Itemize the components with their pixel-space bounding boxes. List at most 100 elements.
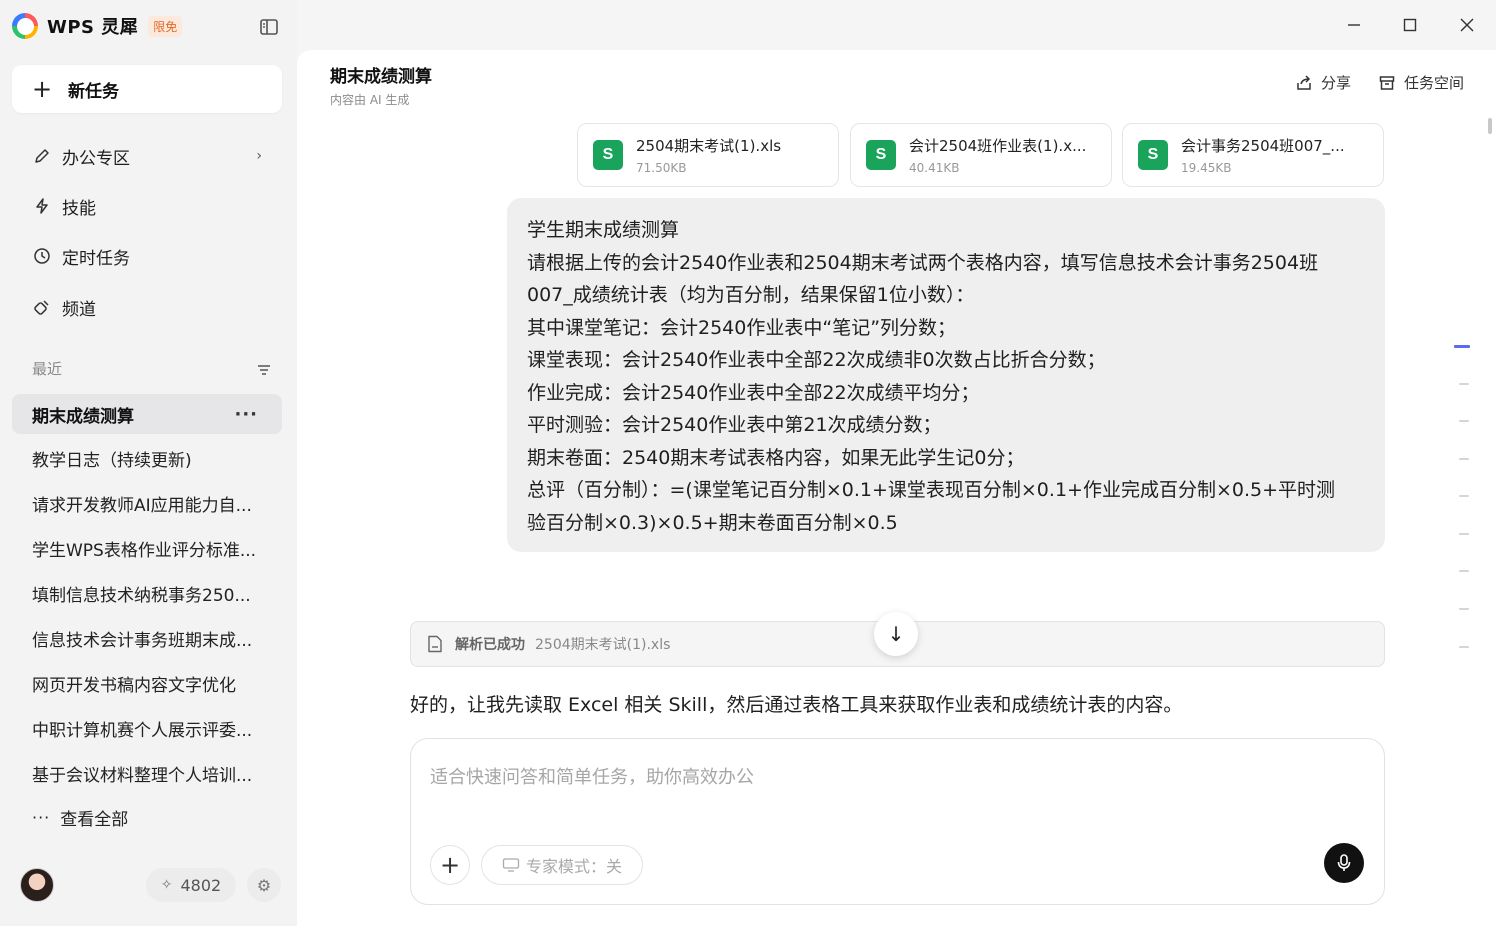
attachment-card[interactable]: S 2504期末考试(1).xls 71.50KB: [577, 123, 839, 187]
scrollbar-thumb[interactable]: [1488, 118, 1492, 134]
app-name: WPS 灵犀: [47, 17, 139, 38]
spreadsheet-icon: S: [593, 140, 623, 170]
message-nav-marker[interactable]: [1459, 533, 1469, 535]
ai-generated-note: 内容由 AI 生成: [330, 93, 410, 107]
sidebar-item-label: 办公专区: [62, 148, 130, 169]
sidebar-item-label: 定时任务: [62, 248, 130, 269]
message-composer: 适合快速问答和简单任务，助你高效办公 + 专家模式：关: [410, 738, 1385, 905]
message-nav-marker[interactable]: [1454, 345, 1470, 348]
message-nav-marker[interactable]: [1459, 420, 1469, 422]
message-line: 学生期末成绩测算: [527, 219, 680, 241]
recent-item[interactable]: 信息技术会计事务班期末成...: [12, 618, 282, 658]
archive-icon: [1379, 75, 1395, 90]
parsed-file-name: 2504期末考试(1).xls: [535, 637, 671, 653]
recent-item[interactable]: 教学日志（持续更新): [12, 438, 282, 478]
view-all-link[interactable]: ··· 查看全部: [32, 805, 128, 830]
recent-section-title: 最近: [32, 360, 63, 378]
expert-mode-toggle[interactable]: 专家模式：关: [481, 845, 643, 885]
avatar[interactable]: [20, 868, 54, 902]
file-size: 40.41KB: [909, 161, 960, 175]
file-name: 会计2504班作业表(1).x...: [909, 137, 1087, 155]
recent-item-label: 基于会议材料整理个人培训...: [32, 765, 253, 786]
message-nav-marker[interactable]: [1459, 495, 1469, 497]
document-icon: [428, 635, 442, 653]
message-nav-marker[interactable]: [1459, 383, 1469, 385]
file-name: 2504期末考试(1).xls: [636, 137, 782, 155]
share-label: 分享: [1321, 74, 1352, 92]
recent-item[interactable]: 填制信息技术纳税事务250...: [12, 573, 282, 613]
channel-icon: [32, 297, 52, 317]
task-space-button[interactable]: 任务空间: [1378, 72, 1464, 93]
expert-mode-label: 专家模式：关: [525, 857, 622, 876]
message-line: 验百分制×0.3)×0.5+期末卷面百分制×0.5: [527, 511, 898, 534]
pencil-icon: [32, 146, 52, 166]
spreadsheet-icon: S: [866, 140, 896, 170]
recent-item[interactable]: 中职计算机赛个人展示评委...: [12, 708, 282, 748]
user-message-bubble: 学生期末成绩测算 请根据上传的会计2540作业表和2504期末考试两个表格内容，…: [507, 198, 1385, 552]
share-icon: [1297, 74, 1311, 90]
recent-item-label: 期末成绩测算: [32, 406, 134, 427]
sidebar: WPS 灵犀 限免 + 新任务 办公专区 › 技能 定时任务 频道 最近 期末成…: [0, 0, 297, 926]
more-options-icon[interactable]: ···: [234, 404, 258, 425]
add-attachment-button[interactable]: +: [430, 845, 470, 885]
message-nav-marker[interactable]: [1459, 570, 1469, 572]
sidebar-item-skills[interactable]: 技能: [12, 186, 282, 226]
lightning-icon: [32, 196, 52, 216]
message-line: 课堂表现：会计2540作业表中全部22次成绩非0次数占比折合分数；: [527, 349, 1106, 371]
message-line: 007_成绩统计表（均为百分制，结果保留1位小数）：: [527, 284, 975, 306]
recent-item[interactable]: 学生WPS表格作业评分标准...: [12, 528, 282, 568]
composer-input[interactable]: 适合快速问答和简单任务，助你高效办公: [430, 763, 754, 789]
sidebar-item-channel[interactable]: 频道: [12, 287, 282, 327]
scroll-down-arrow-icon[interactable]: ↓: [874, 612, 918, 656]
recent-item-label: 信息技术会计事务班期末成...: [32, 630, 253, 651]
spreadsheet-icon: S: [1138, 140, 1168, 170]
sidebar-item-label: 技能: [62, 198, 96, 219]
credits-count: 4802: [180, 875, 222, 895]
filter-icon[interactable]: [256, 362, 272, 378]
task-space-label: 任务空间: [1404, 74, 1465, 92]
brand: WPS 灵犀 限免: [12, 12, 183, 40]
ellipsis-icon: ···: [32, 808, 51, 827]
recent-item-label: 中职计算机赛个人展示评委...: [32, 720, 253, 741]
microphone-icon[interactable]: [1324, 843, 1364, 883]
minimize-icon[interactable]: [1343, 14, 1365, 36]
message-line: 请根据上传的会计2540作业表和2504期末考试两个表格内容，填写信息技术会计事…: [527, 251, 1319, 274]
attachment-card[interactable]: S 会计事务2504班007_... 19.45KB: [1122, 123, 1384, 187]
chat-pane: 期末成绩测算 内容由 AI 生成 分享 任务空间 S 2504期末考试(1).x…: [297, 50, 1496, 926]
sidebar-item-scheduled[interactable]: 定时任务: [12, 236, 282, 276]
plus-icon: +: [32, 75, 53, 103]
new-task-button[interactable]: + 新任务: [12, 65, 282, 113]
recent-item[interactable]: 请求开发教师AI应用能力自...: [12, 483, 282, 523]
file-size: 19.45KB: [1181, 161, 1232, 175]
message-nav-marker[interactable]: [1459, 458, 1469, 460]
recent-item-label: 教学日志（持续更新): [32, 450, 192, 471]
recent-item-label: 网页开发书稿内容文字优化: [32, 675, 236, 696]
message-nav-marker[interactable]: [1459, 608, 1469, 610]
file-size: 71.50KB: [636, 161, 687, 175]
message-line: 期末卷面：2540期末考试表格内容，如果无此学生记0分；: [527, 446, 1025, 469]
message-line: 作业完成：会计2540作业表中全部22次成绩平均分；: [527, 381, 980, 404]
close-icon[interactable]: [1456, 14, 1478, 36]
clock-icon: [32, 246, 52, 266]
new-task-label: 新任务: [68, 81, 119, 102]
sidebar-toggle-icon[interactable]: [258, 16, 280, 38]
assistant-reply: 好的，让我先读取 Excel 相关 Skill，然后通过表格工具来获取作业表和成…: [410, 694, 1183, 716]
sparkle-icon: ✧: [160, 877, 173, 893]
sidebar-item-office[interactable]: 办公专区 ›: [12, 136, 282, 176]
recent-item-label: 学生WPS表格作业评分标准...: [32, 540, 257, 561]
chevron-right-icon: ›: [256, 148, 262, 164]
share-button[interactable]: 分享: [1295, 72, 1351, 93]
file-name: 会计事务2504班007_...: [1181, 137, 1345, 155]
sidebar-item-label: 频道: [62, 299, 96, 320]
recent-item-active[interactable]: 期末成绩测算 ···: [12, 394, 282, 434]
message-nav-marker[interactable]: [1459, 646, 1469, 648]
settings-gear-icon[interactable]: ⚙: [247, 868, 281, 902]
view-all-label: 查看全部: [60, 810, 129, 830]
credits-button[interactable]: ✧ 4802: [146, 868, 236, 902]
recent-item[interactable]: 网页开发书稿内容文字优化: [12, 663, 282, 703]
attachment-card[interactable]: S 会计2504班作业表(1).x... 40.41KB: [850, 123, 1112, 187]
message-line: 其中课堂笔记：会计2540作业表中“笔记”列分数；: [527, 316, 957, 339]
app-logo-icon: [12, 13, 38, 39]
recent-item[interactable]: 基于会议材料整理个人培训...: [12, 753, 282, 793]
maximize-icon[interactable]: [1399, 14, 1421, 36]
